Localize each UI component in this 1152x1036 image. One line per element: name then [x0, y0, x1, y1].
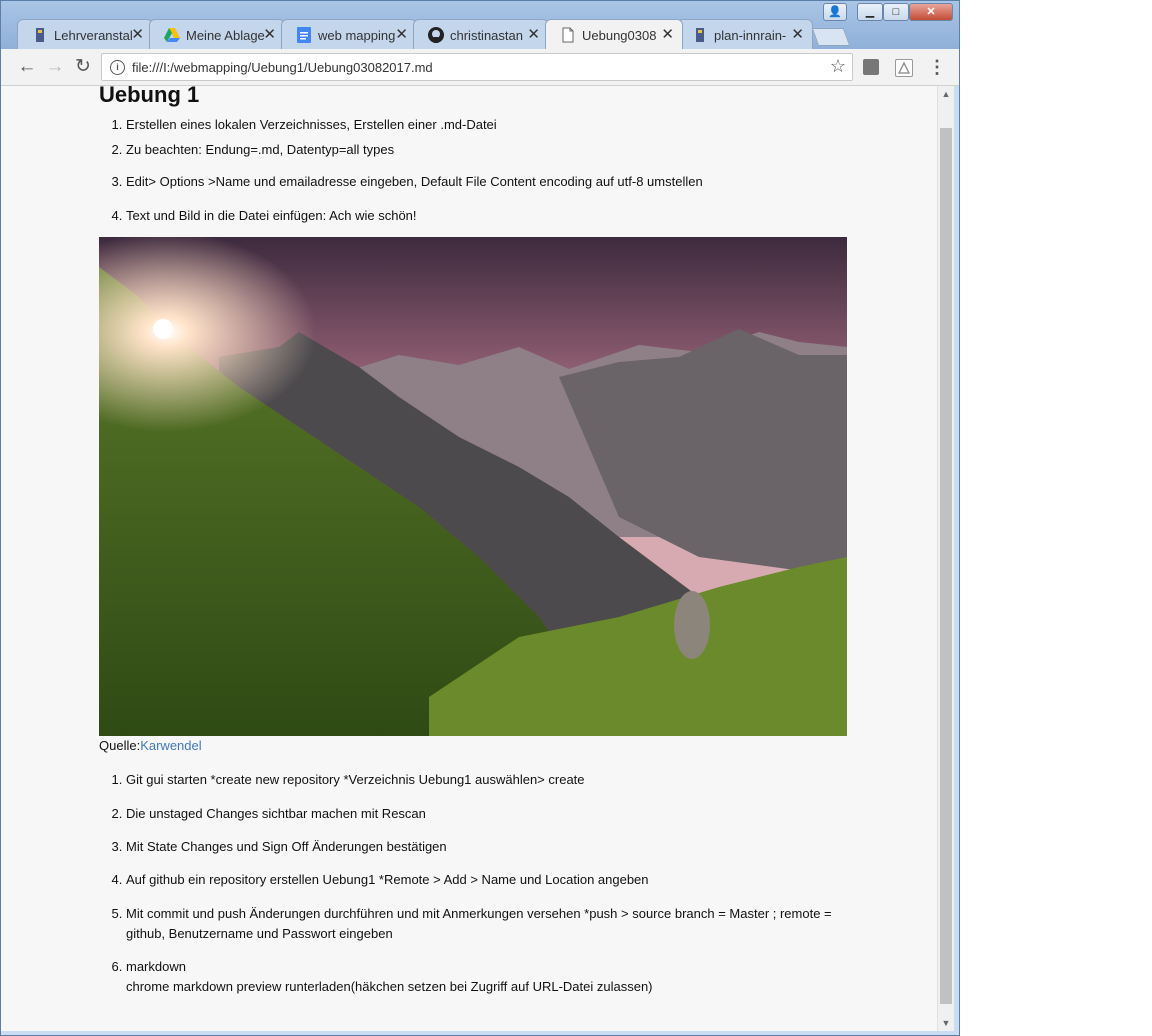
list-item: Git gui starten *create new repository *…	[126, 770, 866, 790]
tab-close-icon[interactable]: ✕	[661, 25, 674, 43]
tab-label: web mapping	[318, 28, 396, 43]
bookmark-star-icon[interactable]: ☆	[830, 56, 846, 77]
tab-uebung03082017[interactable]: Uebung0308 ✕	[545, 19, 683, 49]
university-icon	[692, 27, 708, 43]
list-item: Mit commit und push Änderungen durchführ…	[126, 904, 866, 944]
tab-plan-innrain[interactable]: plan-innrain- ✕	[677, 19, 813, 49]
list-item: Text und Bild in die Datei einfügen: Ach…	[126, 206, 866, 226]
list-item: Zu beachten: Endung=.md, Datentyp=all ty…	[126, 140, 866, 160]
info-icon[interactable]: i	[110, 60, 125, 75]
tab-label: plan-innrain-	[714, 28, 787, 43]
list-item: Erstellen eines lokalen Verzeichnisses, …	[126, 115, 866, 135]
list-item: Die unstaged Changes sichtbar machen mit…	[126, 804, 866, 824]
scrollbar-thumb[interactable]	[940, 128, 952, 1004]
caption-prefix: Quelle:	[99, 738, 141, 753]
page-heading: Uebung 1	[99, 86, 200, 107]
scroll-up-arrow-icon[interactable]: ▲	[938, 86, 954, 102]
back-icon[interactable]: ←	[15, 55, 39, 79]
browser-window: Lehrveranstal ✕ Meine Ablage ✕ web mappi…	[0, 0, 960, 1036]
tab-close-icon[interactable]: ✕	[527, 25, 540, 43]
tab-close-icon[interactable]: ✕	[131, 25, 144, 43]
chrome-menu-icon[interactable]: ⋮	[927, 55, 947, 79]
maximize-button[interactable]: □	[883, 3, 909, 21]
scroll-down-arrow-icon[interactable]: ▼	[938, 1015, 954, 1031]
list-item-title: markdown	[126, 959, 186, 974]
list-item-text: chrome markdown preview runterladen(häkc…	[126, 979, 653, 994]
vertical-scrollbar[interactable]: ▲ ▼	[937, 86, 954, 1031]
tab-lehrveranstaltungen[interactable]: Lehrveranstal ✕	[17, 19, 153, 49]
forward-icon[interactable]: →	[43, 55, 67, 79]
reload-icon[interactable]: ↻	[71, 55, 95, 79]
tab-close-icon[interactable]: ✕	[395, 25, 408, 43]
page-viewport[interactable]: Uebung 1 Erstellen eines lokalen Verzeic…	[1, 86, 937, 1031]
image-caption: Quelle:Karwendel	[99, 738, 202, 753]
tab-label: Uebung0308	[582, 28, 657, 43]
github-icon	[428, 27, 444, 43]
list-item: Mit State Changes und Sign Off Änderunge…	[126, 837, 866, 857]
tab-label: christinastan	[450, 28, 523, 43]
google-docs-icon	[296, 27, 312, 43]
list-item: Edit> Options >Name und emailadresse ein…	[126, 172, 866, 192]
tab-web-mapping[interactable]: web mapping ✕	[281, 19, 417, 49]
steps-list-2: Git gui starten *create new repository *…	[99, 770, 866, 997]
document-icon	[560, 27, 576, 43]
tab-close-icon[interactable]: ✕	[263, 25, 276, 43]
karwendel-link[interactable]: Karwendel	[140, 738, 201, 753]
address-bar[interactable]: i file:///I:/webmapping/Uebung1/Uebung03…	[101, 53, 853, 81]
browser-toolbar: ← → ↻ i file:///I:/webmapping/Uebung1/Ue…	[1, 49, 959, 86]
tab-close-icon[interactable]: ✕	[791, 25, 804, 43]
close-window-button[interactable]: ✕	[909, 3, 953, 21]
url-text[interactable]: file:///I:/webmapping/Uebung1/Uebung0308…	[132, 60, 433, 75]
list-item: Auf github ein repository erstellen Uebu…	[126, 870, 866, 890]
title-bar: Lehrveranstal ✕ Meine Ablage ✕ web mappi…	[1, 1, 959, 49]
tab-github-christinastan[interactable]: christinastan ✕	[413, 19, 549, 49]
user-profile-button[interactable]: 👤	[823, 3, 847, 21]
tab-label: Meine Ablage	[186, 28, 265, 43]
mountain-photo	[99, 237, 847, 736]
tab-meine-ablage[interactable]: Meine Ablage ✕	[149, 19, 285, 49]
extension-pdf-icon[interactable]	[895, 59, 913, 77]
tab-label: Lehrveranstal	[54, 28, 133, 43]
minimize-button[interactable]: ▁	[857, 3, 883, 21]
new-tab-button[interactable]	[811, 28, 851, 46]
google-drive-icon	[164, 27, 180, 43]
university-icon	[32, 27, 48, 43]
list-item: markdown chrome markdown preview runterl…	[126, 957, 866, 997]
steps-list-1: Erstellen eines lokalen Verzeichnisses, …	[99, 115, 866, 226]
extension-markdown-icon[interactable]	[863, 59, 879, 75]
